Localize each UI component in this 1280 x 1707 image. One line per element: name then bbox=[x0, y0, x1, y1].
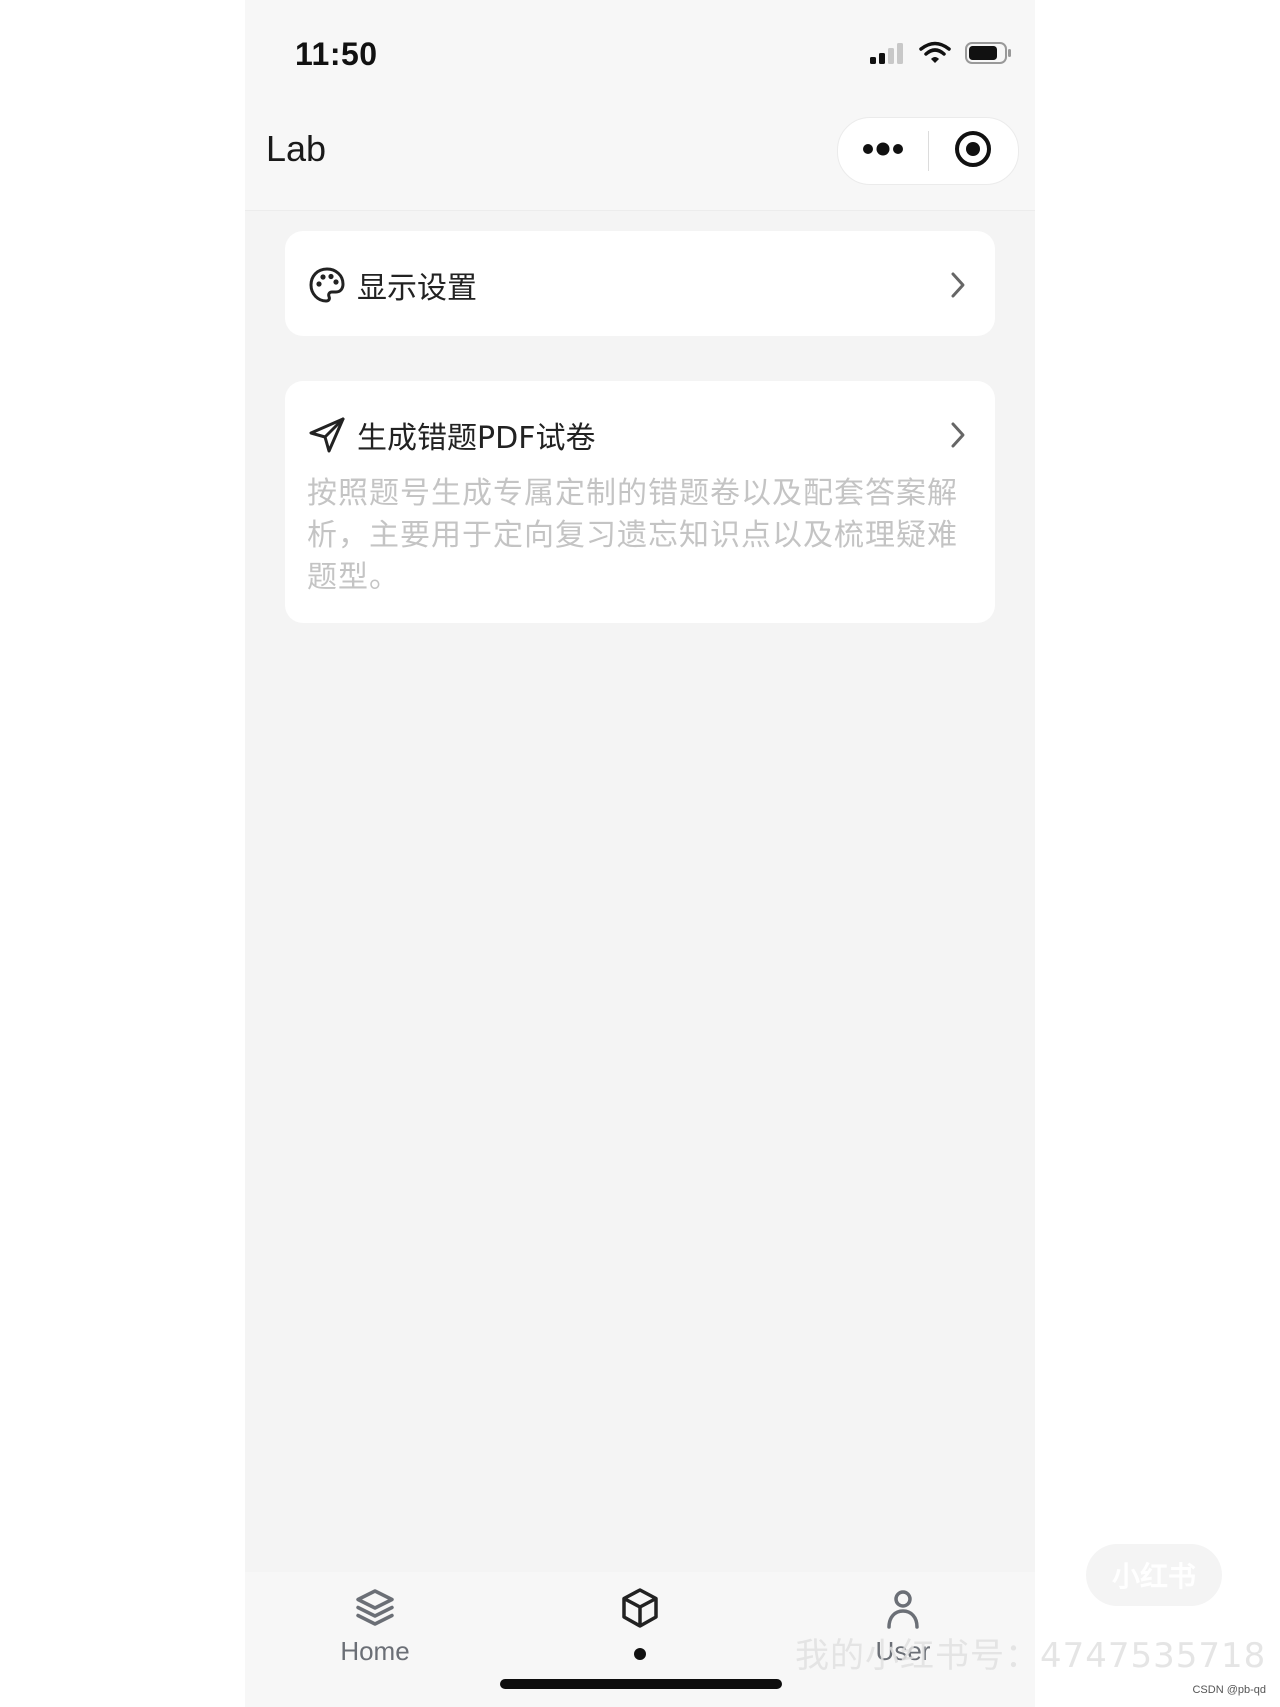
watermark-csdn: CSDN @pb-qd bbox=[1192, 1684, 1266, 1696]
generate-pdf-description: 按照题号生成专属定制的错题卷以及配套答案解析，主要用于定向复习遗忘知识点以及梳理… bbox=[307, 476, 958, 595]
tab-home-label: Home bbox=[340, 1636, 410, 1666]
chevron-right-icon bbox=[943, 420, 973, 450]
active-tab-indicator bbox=[634, 1648, 646, 1660]
watermark-account: 我的小红书号：4747535718 bbox=[795, 1636, 1267, 1676]
page-title: Lab bbox=[266, 128, 327, 169]
more-button[interactable] bbox=[838, 118, 928, 184]
signal-icon bbox=[869, 41, 905, 69]
generate-pdf-card[interactable]: 生成错题PDF试卷 按照题号生成专属定制的错题卷以及配套答案解析，主要用于定向复… bbox=[285, 381, 995, 623]
target-close-icon bbox=[953, 129, 993, 173]
miniprogram-capsule bbox=[837, 117, 1019, 185]
chevron-right-icon bbox=[943, 270, 973, 300]
card-header: 显示设置 bbox=[307, 263, 973, 307]
tab-home[interactable]: Home bbox=[295, 1586, 455, 1686]
watermark-logo: 小红书 bbox=[1086, 1544, 1222, 1606]
layers-icon bbox=[353, 1586, 397, 1630]
nav-bar: Lab bbox=[245, 100, 1035, 211]
page: 11:50 Lab 显示设置 生成错题PDF试卷 按照题号生成专属定制的错题卷以… bbox=[0, 0, 1280, 1707]
phone-screen: 11:50 Lab 显示设置 生成错题PDF试卷 按照题号生成专属定制的错题卷以… bbox=[245, 0, 1035, 1707]
status-icons bbox=[869, 40, 1013, 70]
palette-icon bbox=[307, 265, 347, 305]
battery-icon bbox=[965, 41, 1013, 69]
card-header: 生成错题PDF试卷 bbox=[307, 413, 973, 457]
display-settings-title: 显示设置 bbox=[357, 271, 477, 306]
generate-pdf-title: 生成错题PDF试卷 bbox=[357, 421, 596, 456]
display-settings-card[interactable]: 显示设置 bbox=[285, 231, 995, 336]
status-bar: 11:50 bbox=[245, 0, 1035, 100]
more-icon bbox=[861, 141, 905, 161]
close-miniprogram-button[interactable] bbox=[929, 118, 1019, 184]
cube-icon bbox=[618, 1586, 662, 1630]
wifi-icon bbox=[919, 41, 951, 69]
home-indicator bbox=[500, 1679, 782, 1689]
user-icon bbox=[881, 1586, 925, 1630]
status-time: 11:50 bbox=[295, 36, 378, 72]
send-icon bbox=[307, 415, 347, 455]
tab-lab[interactable] bbox=[560, 1586, 720, 1686]
